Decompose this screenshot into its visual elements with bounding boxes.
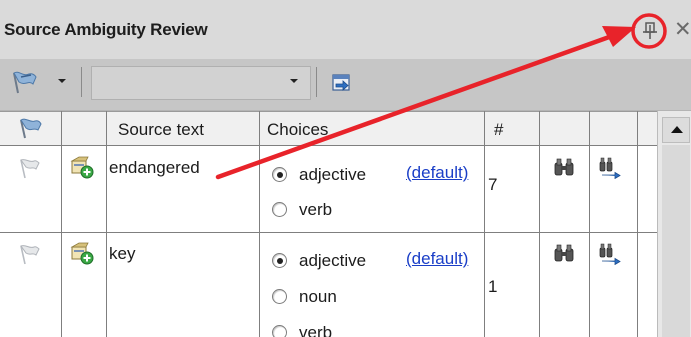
choice-label: verb	[299, 200, 333, 219]
choice-label: noun	[299, 287, 337, 306]
close-icon[interactable]: ✕	[674, 19, 691, 41]
add-entry-icon[interactable]	[70, 155, 94, 179]
header-flag-icon[interactable]	[17, 117, 43, 139]
header-choices[interactable]: Choices	[267, 120, 328, 140]
source-text-cell: endangered	[109, 158, 200, 177]
grid-line	[637, 111, 638, 337]
choice-radio[interactable]	[272, 167, 287, 182]
binoculars-icon[interactable]	[553, 243, 575, 263]
chevron-down-icon[interactable]	[57, 77, 67, 85]
add-entry-icon[interactable]	[70, 241, 94, 265]
grid-line	[539, 111, 540, 337]
binoculars-icon[interactable]	[553, 157, 575, 177]
find-next-icon[interactable]	[598, 155, 622, 179]
grid-line	[589, 111, 590, 337]
scroll-track[interactable]	[662, 145, 690, 337]
choice-label: adjective	[299, 251, 367, 270]
count-cell: 1	[488, 277, 498, 296]
count-cell: 7	[488, 175, 498, 194]
pin-icon[interactable]	[641, 22, 659, 40]
row-flag-icon[interactable]	[18, 157, 40, 179]
grid-line	[61, 111, 62, 337]
choice-radio[interactable]	[272, 202, 287, 217]
grid-line	[0, 232, 657, 233]
header-source-text[interactable]: Source text	[118, 120, 204, 140]
toolbar-separator	[81, 67, 82, 97]
filter-combo[interactable]	[91, 66, 311, 100]
header-count[interactable]: #	[494, 120, 503, 140]
find-next-icon[interactable]	[598, 241, 622, 265]
ambiguity-grid: Source text Choices # endangered adjecti…	[0, 111, 657, 337]
toolbar-separator	[316, 67, 317, 97]
grid-header	[0, 111, 657, 145]
choice-label: adjective	[299, 165, 367, 184]
scroll-up-button[interactable]	[662, 117, 690, 143]
row-flag-icon[interactable]	[18, 243, 40, 265]
flag-filter-icon[interactable]	[9, 69, 39, 95]
vertical-scrollbar[interactable]	[657, 111, 691, 337]
choice-radio[interactable]	[272, 253, 287, 268]
source-text-cell: key	[109, 244, 136, 263]
goto-icon[interactable]	[330, 70, 354, 94]
default-link[interactable]: (default)	[406, 249, 476, 269]
combo-chevron-down-icon[interactable]	[289, 77, 299, 85]
grid-line	[106, 111, 107, 337]
choice-radio[interactable]	[272, 289, 287, 304]
choice-label: verb	[299, 323, 333, 337]
choice-radio[interactable]	[272, 325, 287, 337]
grid-line	[0, 111, 657, 112]
panel-toolbar	[0, 60, 691, 111]
panel-titlebar: Source Ambiguity Review ✕	[0, 0, 691, 60]
panel-title: Source Ambiguity Review	[4, 20, 208, 39]
grid-line	[0, 145, 657, 146]
default-link[interactable]: (default)	[406, 163, 476, 183]
source-ambiguity-review-panel: Source Ambiguity Review ✕ Source text Ch…	[0, 0, 691, 337]
grid-line	[259, 111, 260, 337]
grid-line	[484, 111, 485, 337]
